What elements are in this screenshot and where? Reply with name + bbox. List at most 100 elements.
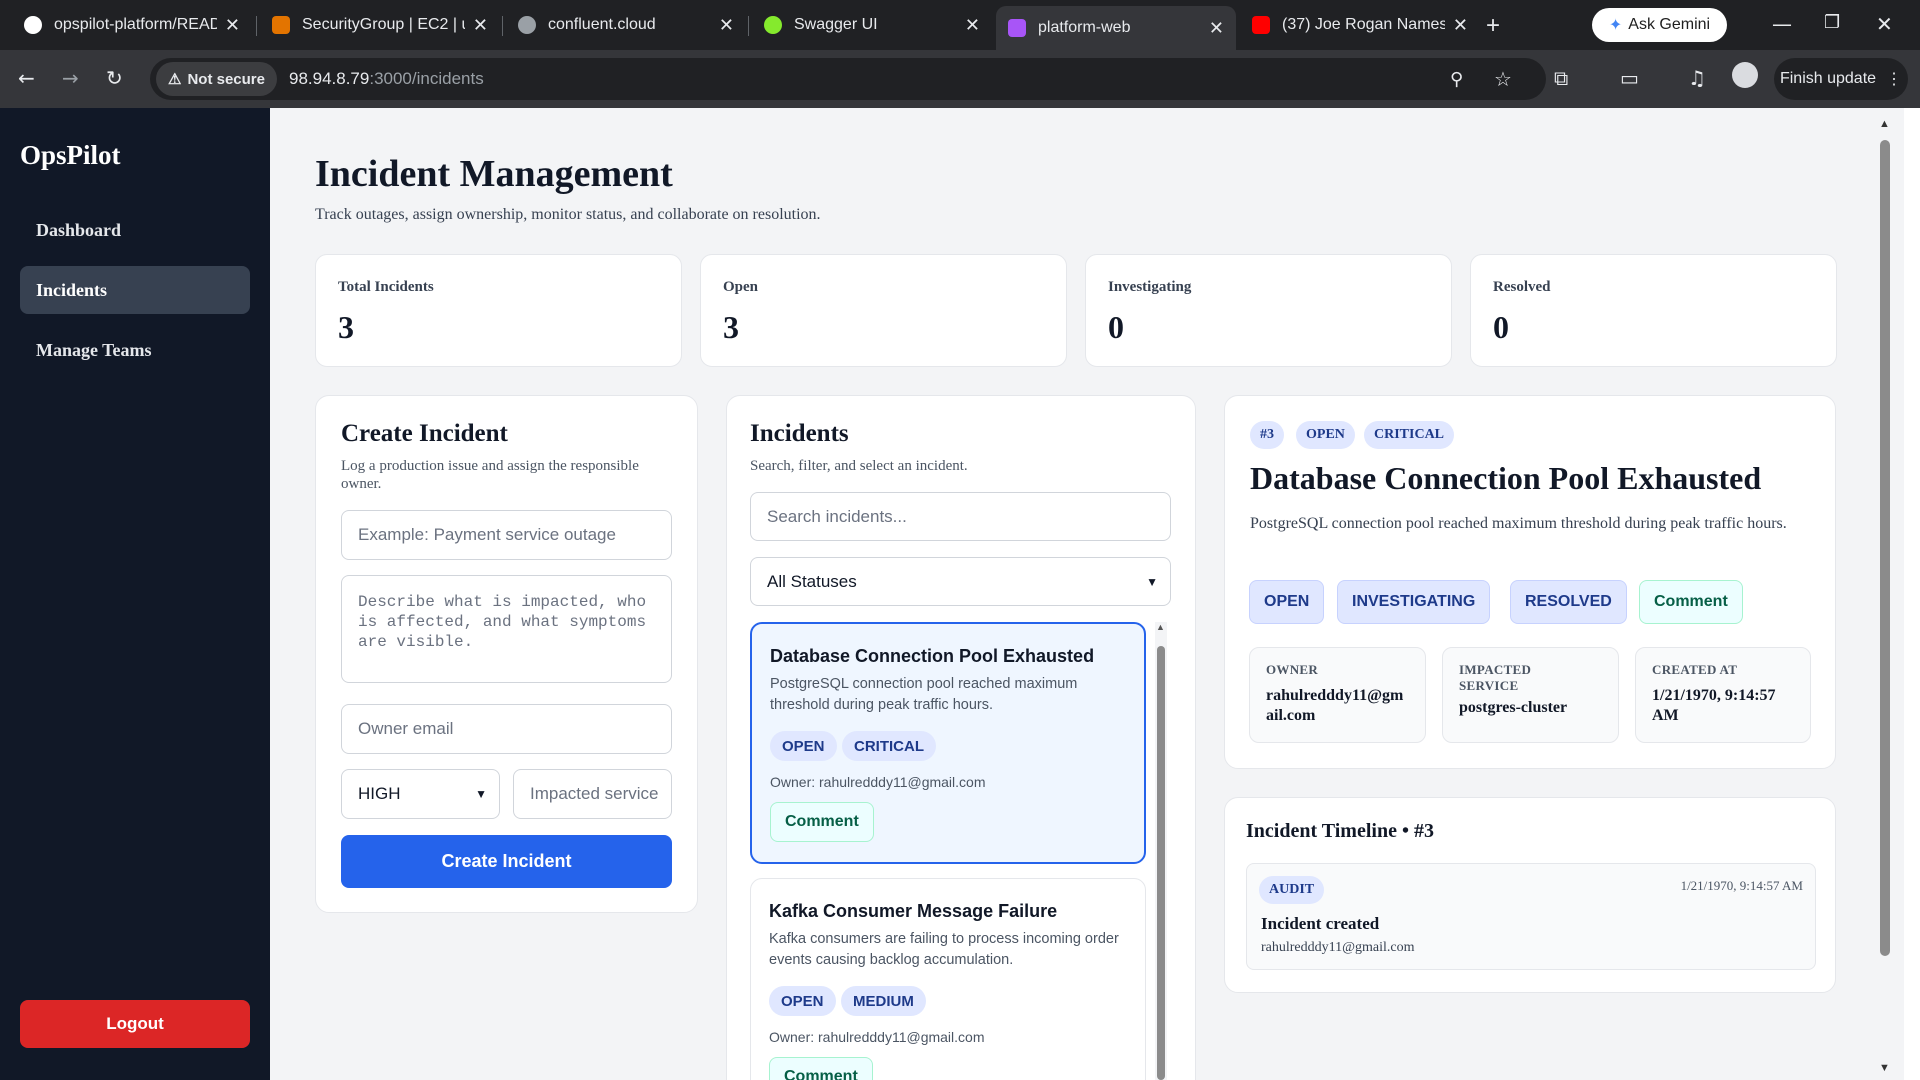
stat-card-investigating: Investigating 0 <box>1085 254 1452 367</box>
browser-tab-active[interactable]: platform-web ✕ <box>996 6 1236 50</box>
stat-value: 0 <box>1493 309 1509 345</box>
stat-card-open: Open 3 <box>700 254 1067 367</box>
restore-icon[interactable]: ❐ <box>1824 12 1840 33</box>
brand-logo: OpsPilot <box>20 140 121 170</box>
audit-badge: AUDIT <box>1259 876 1325 904</box>
comment-button[interactable]: Comment <box>1639 580 1743 624</box>
security-chip[interactable]: ⚠ Not secure <box>156 62 277 96</box>
browser-tab[interactable]: confluent.cloud ✕ <box>506 6 746 44</box>
incident-item-title: Kafka Consumer Message Failure <box>769 901 1058 921</box>
tab-separator <box>256 16 257 36</box>
zoom-icon[interactable]: ⚲ <box>1450 69 1463 90</box>
logout-button[interactable]: Logout <box>20 1000 250 1048</box>
severity-badge: CRITICAL <box>842 731 936 761</box>
close-tab-icon[interactable]: ✕ <box>719 15 734 36</box>
incident-list-item-selected[interactable]: Database Connection Pool Exhausted Postg… <box>750 622 1146 864</box>
stat-value: 0 <box>1108 309 1124 345</box>
browser-tab[interactable]: Swagger UI ✕ <box>752 6 992 44</box>
warning-icon: ⚠ <box>168 71 182 88</box>
meta-label: CREATED AT <box>1652 662 1738 677</box>
ask-gemini-button[interactable]: ✦ Ask Gemini <box>1592 8 1727 42</box>
timeline-event: Incident created <box>1261 914 1380 933</box>
scroll-up-arrow-icon[interactable]: ▲ <box>1156 622 1165 632</box>
close-tab-icon[interactable]: ✕ <box>473 15 488 36</box>
bookmark-star-icon[interactable]: ☆ <box>1494 67 1512 91</box>
back-icon[interactable]: ← <box>18 66 35 90</box>
swagger-icon <box>764 16 782 34</box>
incidents-title: Incidents <box>750 420 849 447</box>
timeline-actor: rahulredddy11@gmail.com <box>1261 940 1415 955</box>
create-incident-button[interactable]: Create Incident <box>341 835 672 888</box>
incident-description-textarea[interactable]: Describe what is impacted, who is affect… <box>341 575 672 683</box>
comment-button[interactable]: Comment <box>769 1057 873 1080</box>
set-investigating-button[interactable]: INVESTIGATING <box>1337 580 1491 624</box>
profile-avatar[interactable] <box>1732 62 1758 88</box>
close-tab-icon[interactable]: ✕ <box>965 15 980 36</box>
close-tab-icon[interactable]: ✕ <box>1453 15 1468 36</box>
incident-list: Database Connection Pool Exhausted Postg… <box>750 622 1146 1080</box>
window-edge-scrollbar <box>1904 108 1920 1080</box>
stat-label: Resolved <box>1493 279 1551 295</box>
incident-list-scrollbar[interactable]: ▲ <box>1155 622 1167 1080</box>
incident-title-input[interactable]: Example: Payment service outage <box>341 510 672 560</box>
media-icon[interactable]: ♫ <box>1688 66 1706 90</box>
incident-list-item[interactable]: Kafka Consumer Message Failure Kafka con… <box>750 878 1146 1080</box>
meta-impacted-service: IMPACTED SERVICE postgres-cluster <box>1442 647 1619 743</box>
incident-id-badge: #3 <box>1250 421 1284 449</box>
incident-item-owner: Owner: rahulredddy11@gmail.com <box>769 1029 985 1045</box>
meta-value: rahulredddy11@gmail.com <box>1266 687 1404 724</box>
close-tab-icon[interactable]: ✕ <box>225 15 240 36</box>
sidebar: OpsPilot Dashboard Incidents Manage Team… <box>0 108 270 1080</box>
finish-update-button[interactable]: Finish update ⋮ <box>1774 58 1908 100</box>
timeline-entry: AUDIT 1/21/1970, 9:14:57 AM Incident cre… <box>1246 863 1816 970</box>
severity-select[interactable]: HIGH ▼ <box>341 769 500 819</box>
new-tab-icon[interactable]: + <box>1486 12 1500 40</box>
scroll-up-arrow-icon[interactable]: ▲ <box>1879 118 1890 130</box>
stat-card-total: Total Incidents 3 <box>315 254 682 367</box>
cast-icon[interactable]: ▭ <box>1620 66 1639 90</box>
browser-tab[interactable]: (37) Joe Rogan Names ✕ <box>1240 6 1480 44</box>
page-scrollbar-thumb[interactable] <box>1880 140 1890 956</box>
browser-tab[interactable]: opspilot-platform/READ ✕ <box>12 6 252 44</box>
search-input[interactable]: Search incidents... <box>750 492 1171 541</box>
youtube-icon <box>1252 16 1270 34</box>
minimize-icon[interactable]: — <box>1772 12 1792 36</box>
chevron-down-icon: ▼ <box>475 787 487 801</box>
set-open-button[interactable]: OPEN <box>1249 580 1325 624</box>
incident-item-description: PostgreSQL connection pool reached maxim… <box>770 676 1078 713</box>
incident-detail-title: Database Connection Pool Exhausted <box>1250 460 1762 496</box>
meta-label: OWNER <box>1266 662 1319 677</box>
meta-value: postgres-cluster <box>1459 699 1568 716</box>
set-resolved-button[interactable]: RESOLVED <box>1510 580 1627 624</box>
sidebar-item-manage-teams[interactable]: Manage Teams <box>20 326 250 374</box>
close-tab-icon[interactable]: ✕ <box>1209 18 1224 39</box>
page-scrollbar[interactable]: ▲ ▼ <box>1874 108 1896 1080</box>
close-window-icon[interactable]: ✕ <box>1876 12 1893 36</box>
scrollbar-thumb[interactable] <box>1157 646 1165 1080</box>
page-subtitle: Track outages, assign ownership, monitor… <box>315 206 821 223</box>
comment-button[interactable]: Comment <box>770 802 874 842</box>
create-incident-title: Create Incident <box>341 420 508 447</box>
status-filter-select[interactable]: All Statuses ▼ <box>750 557 1171 606</box>
chevron-down-icon: ▼ <box>1146 574 1158 589</box>
forward-icon[interactable]: → <box>62 66 79 90</box>
page-title: Incident Management <box>315 153 673 195</box>
scroll-down-arrow-icon[interactable]: ▼ <box>1879 1062 1890 1074</box>
address-bar[interactable]: ⚠ Not secure 98.94.8.79:3000/incidents ⚲… <box>150 58 1546 100</box>
reload-icon[interactable]: ↻ <box>106 66 123 90</box>
stat-label: Open <box>723 279 759 295</box>
status-badge: OPEN <box>769 986 836 1016</box>
sidebar-item-dashboard[interactable]: Dashboard <box>20 206 250 254</box>
impacted-service-input[interactable]: Impacted service <box>513 769 672 819</box>
incident-item-description: Kafka consumers are failing to process i… <box>769 931 1119 968</box>
browser-toolbar: ← → ↻ ⚠ Not secure 98.94.8.79:3000/incid… <box>0 50 1920 108</box>
extensions-icon[interactable]: ⧉ <box>1554 66 1568 90</box>
owner-email-input[interactable]: Owner email <box>341 704 672 754</box>
stat-value: 3 <box>338 309 354 345</box>
timeline-title: Incident Timeline • #3 <box>1246 820 1434 842</box>
browser-tab[interactable]: SecurityGroup | EC2 | us ✕ <box>260 6 500 44</box>
url-text[interactable]: 98.94.8.79:3000/incidents <box>289 69 484 89</box>
timeline-timestamp: 1/21/1970, 9:14:57 AM <box>1680 878 1803 893</box>
status-badge: OPEN <box>770 731 837 761</box>
sidebar-item-incidents[interactable]: Incidents <box>20 266 250 314</box>
